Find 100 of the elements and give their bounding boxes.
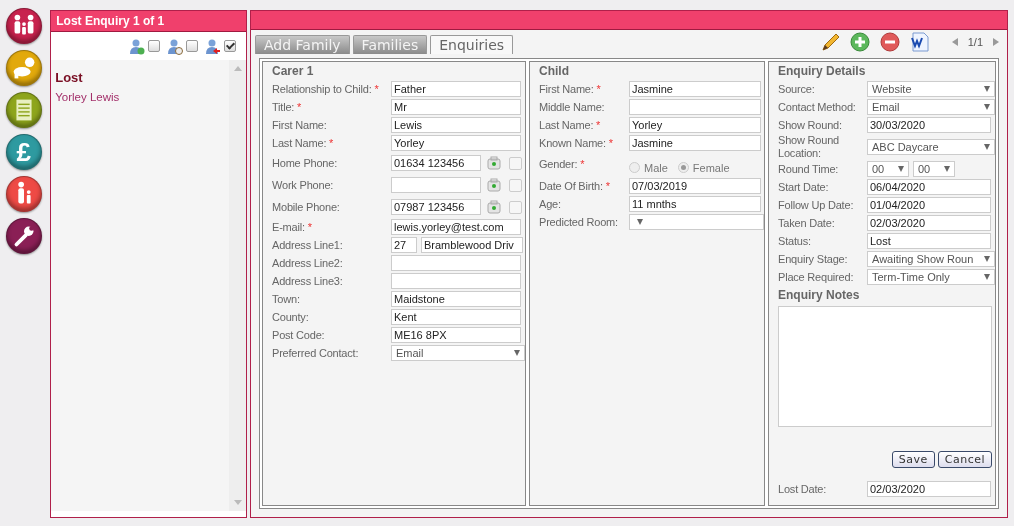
- checkbox[interactable]: [509, 178, 522, 192]
- input-field[interactable]: Mr: [391, 99, 521, 115]
- phone-icon[interactable]: [487, 200, 501, 214]
- field-label: Address Line2:: [272, 256, 344, 270]
- field-label: Post Code:: [272, 328, 326, 342]
- checkbox[interactable]: [148, 40, 160, 52]
- pencil-icon[interactable]: [819, 32, 840, 52]
- word-document-icon[interactable]: [909, 32, 930, 52]
- field-label: Known Name: *: [539, 136, 614, 150]
- parent-child-icon[interactable]: [5, 176, 42, 212]
- input-field[interactable]: ME16 8PX: [391, 327, 521, 343]
- input-field[interactable]: Lewis: [391, 117, 521, 133]
- baby-icon[interactable]: [5, 50, 42, 86]
- dropdown[interactable]: Email: [867, 99, 995, 115]
- dropdown[interactable]: ABC Daycare: [867, 139, 995, 155]
- input-field[interactable]: 06/04/2020: [867, 179, 991, 195]
- input-field[interactable]: Yorley: [391, 135, 521, 151]
- checkbox[interactable]: [509, 156, 522, 170]
- field-label: Show Round:: [778, 118, 843, 132]
- field-label: Follow Up Date:: [778, 198, 855, 212]
- radio-button[interactable]: Male: [629, 161, 668, 174]
- phone-icon[interactable]: [487, 178, 501, 192]
- field-label: County:: [272, 310, 310, 324]
- checkbox[interactable]: [509, 200, 522, 214]
- field-label: Home Phone:: [272, 156, 339, 170]
- field-label: Relationship to Child: *: [272, 82, 380, 96]
- phone-icon[interactable]: [487, 156, 501, 170]
- field-label: Work Phone:: [272, 178, 335, 192]
- notes-field[interactable]: [778, 306, 992, 427]
- field-label: First Name:: [272, 118, 328, 132]
- input-field[interactable]: 11 mnths: [629, 196, 761, 212]
- input-field[interactable]: [391, 255, 521, 271]
- field-label: Preferred Contact:: [272, 346, 360, 360]
- document-icon[interactable]: [5, 92, 42, 128]
- input-field[interactable]: Bramblewood Driv: [421, 237, 523, 253]
- field-label: Gender: *: [539, 158, 586, 171]
- input-field[interactable]: 07/03/2019: [629, 178, 761, 194]
- field-label: Enquiry Stage:: [778, 252, 849, 266]
- action-button[interactable]: Save: [891, 451, 935, 468]
- input-field[interactable]: Father: [391, 81, 521, 97]
- field-label: Middle Name:: [539, 100, 606, 114]
- input-field[interactable]: Jasmine: [629, 135, 761, 151]
- checkbox[interactable]: [224, 40, 236, 52]
- field-label: E-mail: *: [272, 220, 313, 234]
- input-field[interactable]: Jasmine: [629, 81, 761, 97]
- field-label: Show Round Location:: [778, 134, 840, 160]
- checkbox[interactable]: [186, 40, 198, 52]
- field-label: Taken Date:: [778, 216, 836, 230]
- field-label: Place Required:: [778, 270, 855, 284]
- user-clock-icon[interactable]: [167, 37, 183, 55]
- input-field[interactable]: 02/03/2020: [867, 215, 991, 231]
- user-arrow-icon[interactable]: [205, 37, 221, 55]
- input-field[interactable]: Lost: [867, 233, 991, 249]
- previous-icon[interactable]: [951, 38, 958, 46]
- action-button[interactable]: Cancel: [937, 451, 992, 468]
- input-field[interactable]: Maidstone: [391, 291, 521, 307]
- family-icon[interactable]: [5, 8, 42, 44]
- radio-button[interactable]: Female: [677, 161, 730, 174]
- field-label: Mobile Phone:: [272, 200, 341, 214]
- group-heading: Lost: [55, 70, 84, 85]
- dropdown[interactable]: Email: [391, 345, 525, 361]
- input-field[interactable]: 27: [391, 237, 417, 253]
- field-label: Lost Date:: [778, 482, 828, 496]
- dropdown[interactable]: 00: [913, 161, 955, 177]
- input-field[interactable]: 01/04/2020: [867, 197, 991, 213]
- input-field[interactable]: [629, 99, 761, 115]
- field-label: Status:: [778, 234, 812, 248]
- field-label: Title: *: [272, 100, 303, 114]
- input-field[interactable]: lewis.yorley@test.com: [391, 219, 521, 235]
- section-title: Enquiry Details: [778, 64, 867, 80]
- dropdown[interactable]: 00: [867, 161, 909, 177]
- next-icon[interactable]: [993, 38, 999, 46]
- add-icon[interactable]: [849, 32, 870, 52]
- field-label: Address Line3:: [272, 274, 344, 288]
- field-label: Contact Method:: [778, 100, 857, 114]
- wrench-icon[interactable]: [5, 218, 42, 254]
- input-field[interactable]: [391, 177, 481, 193]
- field-label: First Name: *: [539, 82, 602, 96]
- input-field[interactable]: Kent: [391, 309, 521, 325]
- dropdown[interactable]: Awaiting Show Roun: [867, 251, 995, 267]
- input-field[interactable]: 01634 123456: [391, 155, 481, 171]
- tab[interactable]: Enquiries: [430, 35, 514, 54]
- field-label: Address Line1:: [272, 238, 344, 252]
- list-item[interactable]: Yorley Lewis: [55, 91, 225, 103]
- dropdown[interactable]: [629, 214, 764, 230]
- field-label: Last Name: *: [272, 136, 335, 150]
- input-field[interactable]: 30/03/2020: [867, 117, 991, 133]
- dropdown[interactable]: Website: [867, 81, 995, 97]
- section-title: Enquiry Notes: [778, 288, 861, 304]
- remove-icon[interactable]: [879, 32, 900, 52]
- user-check-icon[interactable]: [129, 37, 145, 55]
- field-label: Last Name: *: [539, 118, 602, 132]
- dropdown[interactable]: Term-Time Only: [867, 269, 995, 285]
- field-label: Date Of Birth: *: [539, 179, 611, 193]
- input-field[interactable]: 07987 123456: [391, 199, 481, 215]
- field-label: Town:: [272, 292, 301, 306]
- page-counter: 1/1: [967, 36, 983, 48]
- input-field[interactable]: Yorley: [629, 117, 761, 133]
- input-field[interactable]: 02/03/2020: [867, 481, 991, 497]
- input-field[interactable]: [391, 273, 521, 289]
